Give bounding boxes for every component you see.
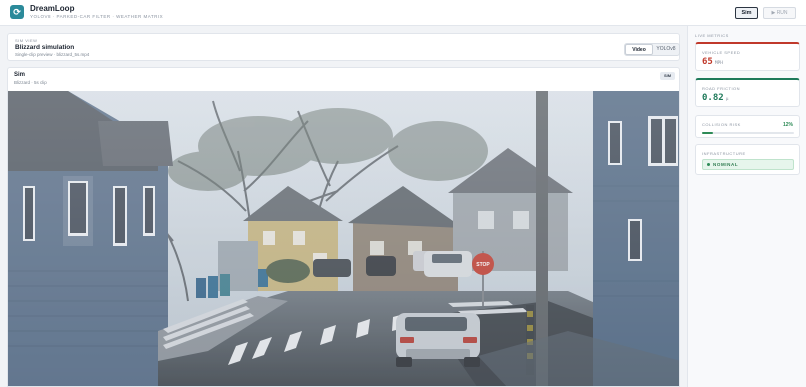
- sim-badge: SIM: [660, 72, 675, 80]
- sim-view-section-label: SIM VIEW: [15, 38, 38, 43]
- sim-card-subtitle: Blizzard · 5s clip: [14, 80, 47, 85]
- infrastructure-status-badge: NOMINAL: [702, 159, 794, 170]
- tab-video[interactable]: Video: [625, 44, 653, 55]
- sim-view-title: Blizzard simulation: [15, 44, 75, 51]
- sim-view-card: SIM VIEW Blizzard simulation Single-clip…: [7, 33, 680, 61]
- app-header: ⟳ DreamLoop YOLOV8 · PARKED-CAR FILTER ·…: [0, 0, 806, 26]
- sim-card-title: Sim: [14, 72, 26, 78]
- vehicle-speed-value: 65: [702, 57, 713, 67]
- vehicle-speed-label: VEHICLE SPEED: [702, 50, 741, 55]
- app-subtitle: YOLOV8 · PARKED-CAR FILTER · WEATHER MAT…: [30, 14, 164, 19]
- vehicle-speed-unit: MPH: [714, 61, 723, 66]
- collision-risk-card: COLLISION RISK 12%: [695, 115, 800, 138]
- vehicle-speed-card: VEHICLE SPEED 65 MPH: [695, 42, 800, 71]
- infrastructure-label: INFRASTRUCTURE: [702, 151, 746, 156]
- sim-view-subtitle: Single-clip preview · blizzard_5s.mp4: [15, 52, 90, 57]
- sim-frame-card: Sim Blizzard · 5s clip SIM: [7, 67, 680, 387]
- video-frame[interactable]: STOP: [8, 91, 680, 387]
- live-metrics-panel: LIVE METRICS VEHICLE SPEED 65 MPH ROAD FR…: [687, 26, 806, 387]
- tab-yolov8[interactable]: YOLOv8: [653, 44, 679, 55]
- collision-risk-bar-fill: [702, 132, 714, 134]
- collision-risk-bar: [702, 132, 794, 134]
- road-friction-unit: μ: [725, 97, 729, 102]
- road-friction-label: ROAD FRICTION: [702, 86, 741, 91]
- live-metrics-label: LIVE METRICS: [695, 33, 729, 38]
- collision-risk-value: 12%: [782, 122, 793, 128]
- infrastructure-status: NOMINAL: [713, 162, 739, 167]
- road-friction-value-row: 0.82 μ: [702, 93, 728, 103]
- sim-button[interactable]: Sim: [735, 7, 758, 19]
- run-button[interactable]: ▶ RUN: [763, 7, 796, 19]
- app-title: DreamLoop: [30, 4, 75, 13]
- road-friction-value: 0.82: [702, 93, 724, 103]
- infrastructure-card: INFRASTRUCTURE NOMINAL: [695, 144, 800, 175]
- status-dot-icon: [707, 163, 710, 166]
- road-friction-card: ROAD FRICTION 0.82 μ: [695, 78, 800, 107]
- vehicle-speed-value-row: 65 MPH: [702, 57, 723, 67]
- view-mode-toggle: Video YOLOv8: [624, 43, 680, 56]
- app-logo-icon: ⟳: [10, 5, 24, 19]
- collision-risk-label: COLLISION RISK: [702, 122, 741, 127]
